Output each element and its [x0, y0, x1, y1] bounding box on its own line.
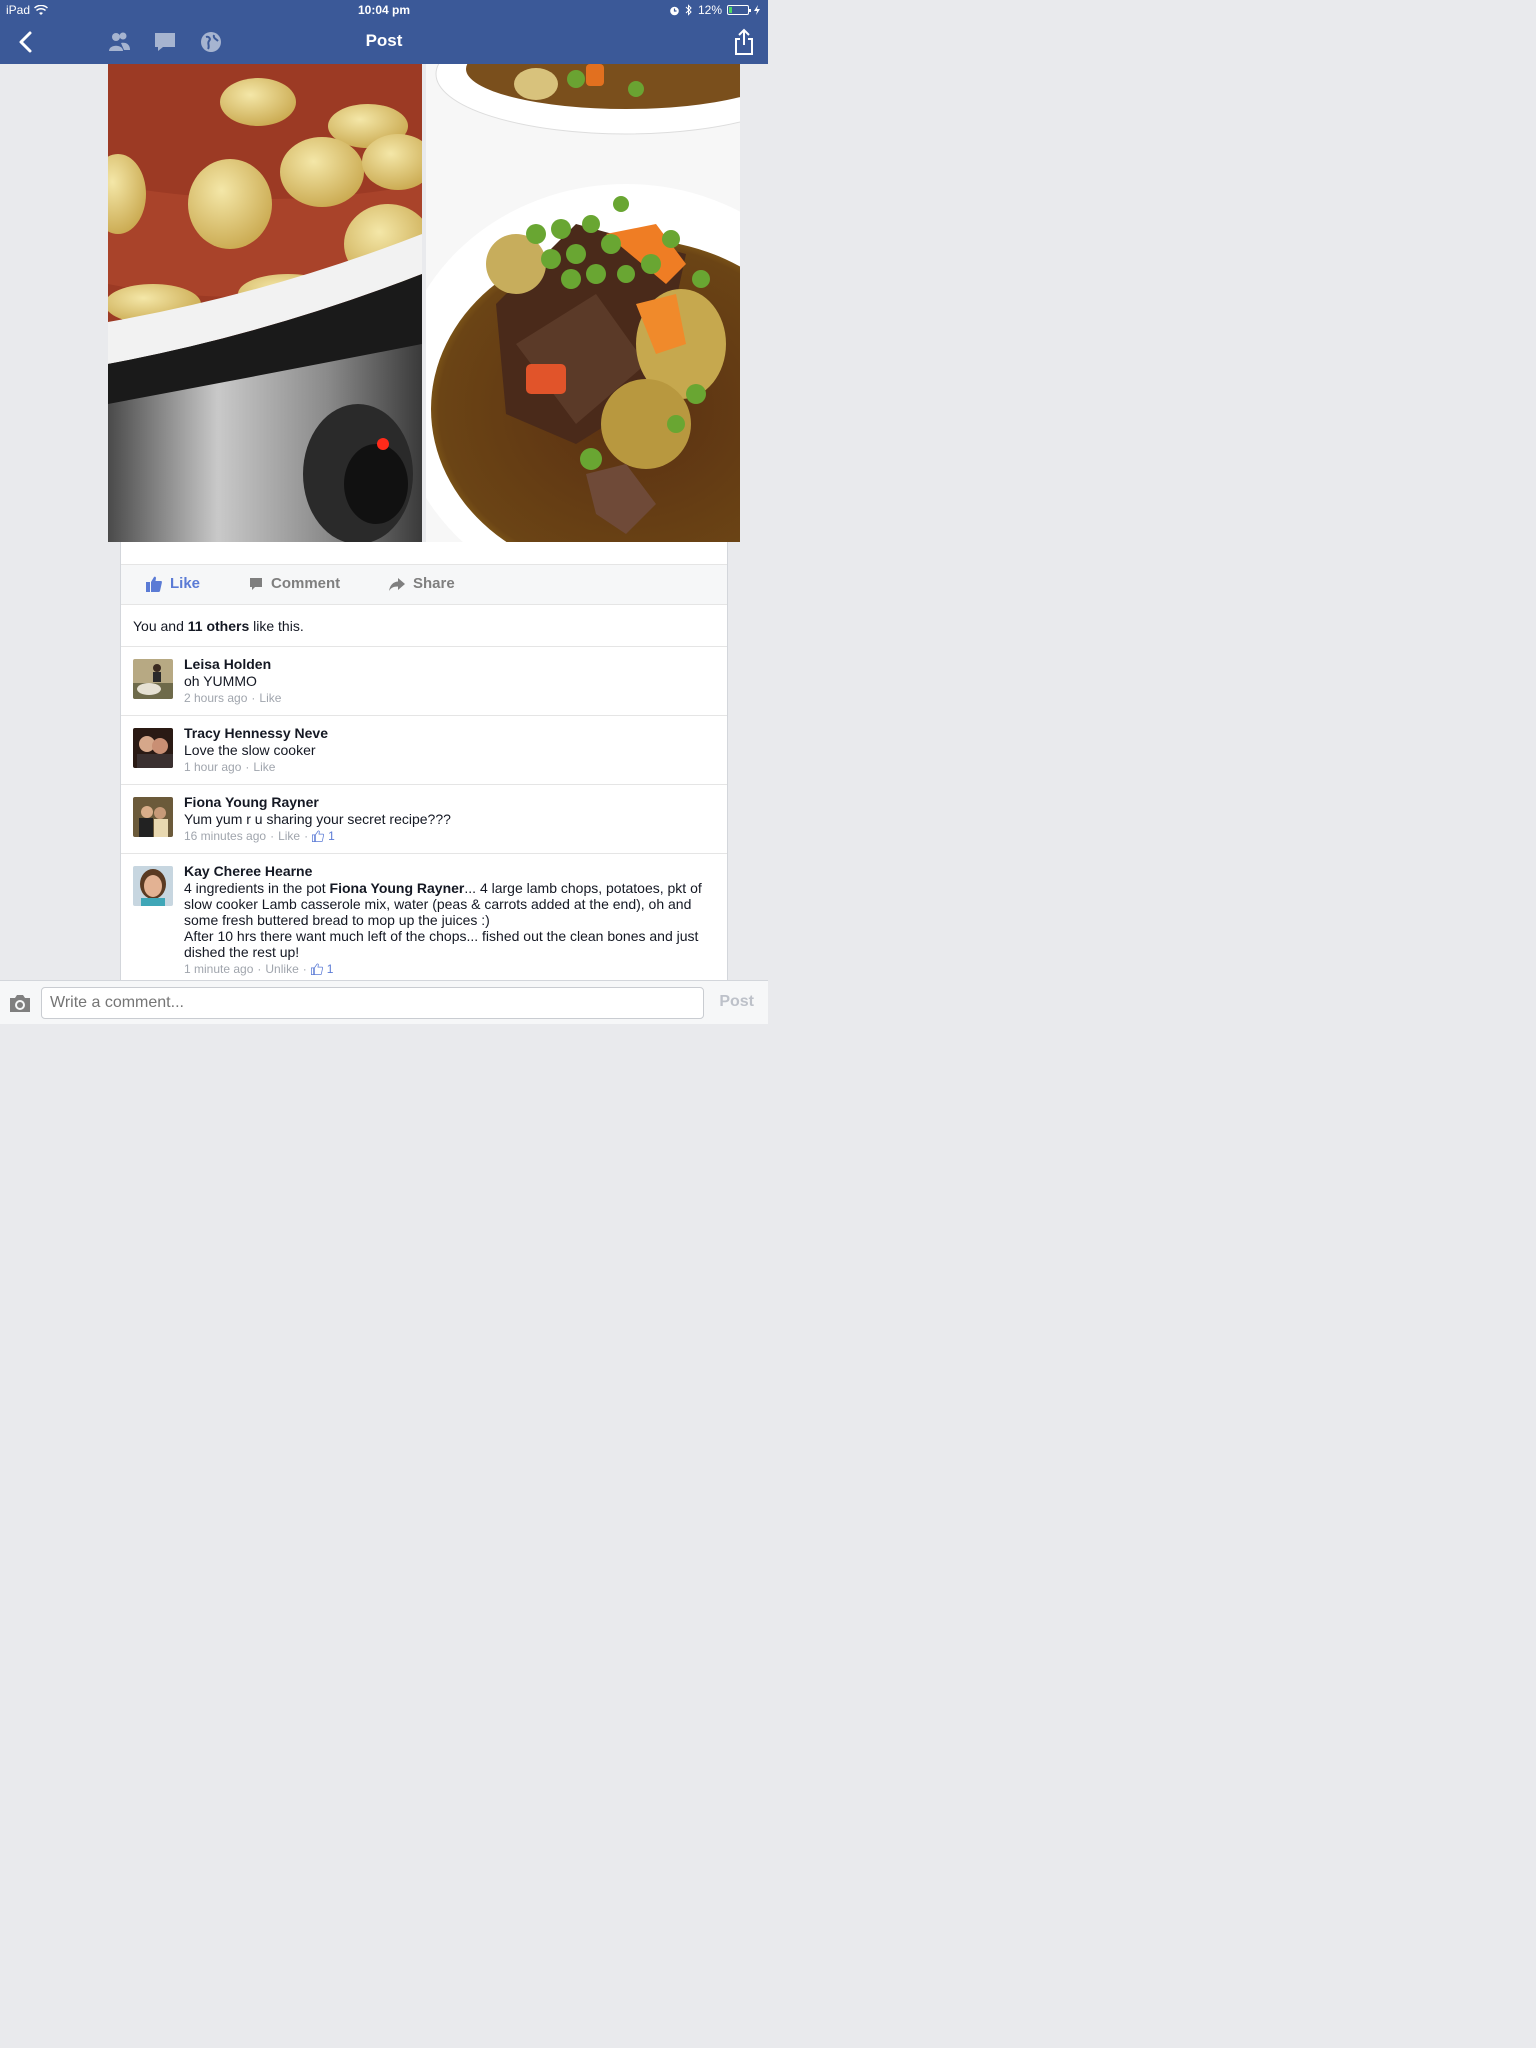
camera-icon[interactable] — [8, 993, 32, 1013]
battery-icon — [727, 5, 751, 15]
comment-time: 1 minute ago — [184, 962, 254, 976]
bluetooth-icon — [685, 4, 692, 16]
comment-item: Leisa Holden oh YUMMO 2 hours ago · Like — [121, 646, 727, 715]
likes-summary[interactable]: You and 11 others like this. — [133, 618, 304, 634]
top-bar: iPad 10:04 pm 12% Post — [0, 0, 768, 64]
comment-text: Love the slow cooker — [184, 742, 316, 758]
comment-composer: Post — [0, 980, 768, 1024]
status-bar: iPad 10:04 pm 12% — [0, 0, 768, 20]
slow-cooker-photo[interactable] — [108, 64, 422, 542]
navigation-bar: Post — [0, 20, 768, 64]
comment-text-continued: After 10 hrs there want much left of the… — [184, 928, 699, 960]
comment-like-link[interactable]: Like — [259, 690, 281, 706]
like-label: Like — [170, 575, 201, 592]
share-upload-icon[interactable] — [732, 28, 756, 56]
comment-button[interactable]: Comment — [249, 575, 340, 592]
comment-item: Kay Cheree Hearne 4 ingredients in the p… — [121, 853, 727, 980]
comment-text: 4 ingredients in the pot Fiona Young Ray… — [184, 880, 702, 928]
share-button[interactable]: Share — [389, 575, 455, 592]
mentioned-user[interactable]: Fiona Young Rayner — [330, 880, 465, 896]
commenter-name[interactable]: Kay Cheree Hearne — [184, 863, 711, 879]
charging-icon — [754, 5, 760, 15]
avatar[interactable] — [133, 797, 173, 837]
share-arrow-icon — [389, 577, 405, 591]
comment-item: Fiona Young Rayner Yum yum r u sharing y… — [121, 784, 727, 853]
comment-time: 2 hours ago — [184, 691, 248, 705]
comment-like-link[interactable]: Like — [278, 828, 300, 844]
comment-time: 16 minutes ago — [184, 829, 267, 843]
clock: 10:04 pm — [357, 3, 411, 17]
post-action-bar: Like Comment Share — [121, 565, 727, 605]
commenter-name[interactable]: Tracy Hennessy Neve — [184, 725, 711, 741]
battery-percent: 12% — [697, 3, 722, 17]
likes-count[interactable]: 11 others — [188, 618, 249, 634]
comment-time: 1 hour ago — [184, 760, 242, 774]
stew-bowl-photo[interactable] — [426, 64, 740, 542]
avatar[interactable] — [133, 659, 173, 699]
comment-input[interactable] — [41, 987, 704, 1019]
alarm-icon — [670, 6, 679, 15]
thumbs-up-icon — [146, 576, 162, 592]
post-comment-button[interactable]: Post — [719, 993, 754, 1011]
avatar[interactable] — [133, 728, 173, 768]
comment-unlike-link[interactable]: Unlike — [265, 961, 298, 977]
page-title: Post — [365, 31, 403, 50]
like-button[interactable]: Like — [146, 575, 200, 592]
avatar[interactable] — [133, 866, 173, 906]
comment-bubble-icon — [250, 577, 262, 590]
comment-likes-thumb-icon — [310, 963, 323, 975]
commenter-name[interactable]: Leisa Holden — [184, 656, 711, 672]
comment-likes-thumb-icon — [312, 830, 325, 842]
share-label: Share — [413, 575, 455, 592]
post-photos — [108, 64, 740, 542]
comment-like-count[interactable]: 1 — [328, 828, 335, 844]
comment-like-count[interactable]: 1 — [327, 961, 334, 977]
comment-text: oh YUMMO — [184, 673, 257, 689]
post-card: Like Comment Share You and 11 others lik… — [120, 542, 728, 980]
comment-text: Yum yum r u sharing your secret recipe??… — [184, 811, 451, 827]
comment-item: Tracy Hennessy Neve Love the slow cooker… — [121, 715, 727, 784]
commenter-name[interactable]: Fiona Young Rayner — [184, 794, 711, 810]
comment-label: Comment — [271, 575, 341, 592]
comment-like-link[interactable]: Like — [253, 759, 275, 775]
